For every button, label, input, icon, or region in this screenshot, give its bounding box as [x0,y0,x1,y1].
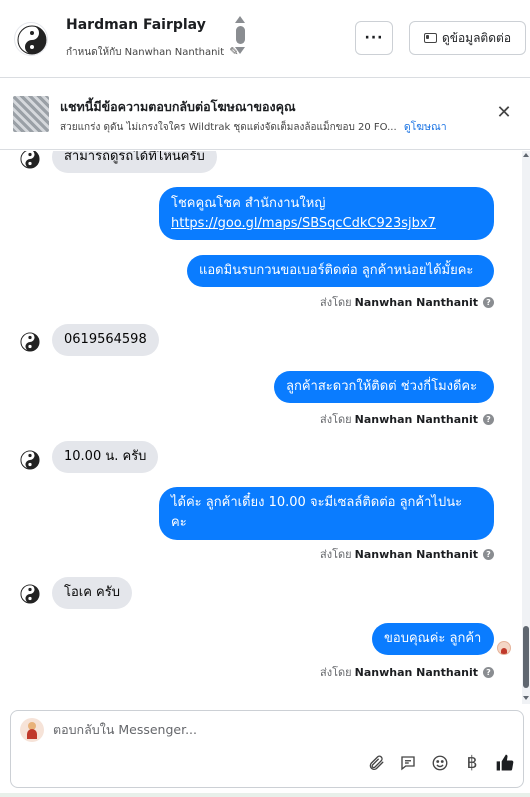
contact-name: Hardman Fairplay [66,17,206,33]
ad-description-text: สวยแกร่ง ดุดัน ไม่เกรงใจใคร Wildtrak ชุด… [60,122,397,133]
outgoing-message[interactable]: โชคคูณโชค สำนักงานใหญ่ https://goo.gl/ma… [159,187,494,240]
yin-yang-icon [20,151,40,169]
assigned-label: กำหนดให้กับ [66,47,122,58]
message-text-line-2: คะ [171,515,187,530]
incoming-message[interactable]: 10.00 น. ครับ [52,441,159,473]
outgoing-message[interactable]: ลูกค้าสะดวกให้ติดต่ ช่วงกี่โมงดีคะ [274,371,494,403]
outgoing-message[interactable]: ขอบคุณค่ะ ลูกค้า [372,623,494,655]
chat-scrollbar[interactable] [522,151,530,704]
yin-yang-icon [20,332,40,352]
view-contact-button[interactable]: ดูข้อมูลติดต่อ [409,21,526,55]
close-icon[interactable]: ✕ [494,103,514,123]
ad-description: สวยแกร่ง ดุดัน ไม่เกรงใจใคร Wildtrak ชุด… [60,118,455,135]
outgoing-message[interactable]: แอดมินรบกวนขอเบอร์ติดต่อ ลูกค้าหน่อยได้ม… [187,255,494,287]
sent-by-label: ส่งโดย Nanwhan Nanthanit ? [320,410,494,428]
sender-avatar [19,151,41,170]
yin-yang-icon [20,450,40,470]
assigned-name: Nanwhan Nanthanit [124,47,225,58]
ad-reply-banner: แชทนี้มีข้อความตอบกลับต่อโฆษณาของคุณ สวย… [0,79,530,150]
sender-avatar [19,449,41,471]
message-text: โชคคูณโชค สำนักงานใหญ่ [171,196,326,211]
sent-by-label: ส่งโดย Nanwhan Nanthanit ? [320,663,494,681]
scroll-up-arrow[interactable] [523,153,529,157]
grip-icon [235,26,245,44]
sent-by-prefix: ส่งโดย [320,296,352,309]
sent-by-prefix: ส่งโดย [320,548,352,561]
sender-avatar [19,583,41,605]
thumbs-up-icon[interactable] [493,752,517,774]
bottom-strip [0,793,530,797]
sent-by-prefix: ส่งโดย [320,666,352,679]
reply-composer: ฿ [10,710,524,788]
chevron-down-icon [235,47,245,54]
outgoing-message[interactable]: ได้ค่ะ ลูกค้าเดี๋ยง 10.00 จะมีเซลล์ติดต่… [159,487,494,540]
incoming-message[interactable]: 0619564598 [52,324,159,356]
assigned-to[interactable]: กำหนดให้กับ Nanwhan Nanthanit ✎ [66,45,239,60]
help-icon[interactable]: ? [483,296,494,308]
sent-by-label: ส่งโดย Nanwhan Nanthanit ? [320,545,494,563]
conversation-header: Hardman Fairplay กำหนดให้กับ Nanwhan Nan… [0,0,530,78]
chevron-up-icon [235,16,245,23]
ad-thumbnail[interactable] [13,96,49,132]
yin-yang-icon [20,584,40,604]
sent-by-name: Nanwhan Nanthanit [354,412,478,426]
contact-card-icon [423,33,437,43]
help-icon[interactable]: ? [483,666,494,678]
map-link[interactable]: https://goo.gl/maps/SBSqcCdkC923sjbx7 [171,216,436,231]
baht-icon[interactable]: ฿ [461,752,483,774]
agent-avatar [20,718,44,742]
sender-avatar [19,331,41,353]
saved-reply-icon[interactable] [397,752,419,774]
view-ad-link[interactable]: ดูโฆษณา [404,121,447,133]
seen-avatar [497,641,511,655]
sent-by-name: Nanwhan Nanthanit [354,295,478,309]
more-options-button[interactable]: ··· [355,21,393,55]
emoji-icon[interactable] [429,752,451,774]
sent-by-name: Nanwhan Nanthanit [354,547,478,561]
drag-handle[interactable] [234,16,246,62]
contact-avatar[interactable] [14,22,48,56]
help-icon[interactable]: ? [483,548,494,560]
scroll-thumb[interactable] [523,626,529,688]
paperclip-icon[interactable] [365,752,387,774]
reply-input[interactable] [53,722,493,737]
yin-yang-icon [17,25,47,55]
incoming-message[interactable]: สามารถดูรถได้ที่ไหนครับ [52,151,217,173]
message-thread[interactable]: สามารถดูรถได้ที่ไหนครับ โชคคูณโชค สำนักง… [0,151,522,704]
sent-by-name: Nanwhan Nanthanit [354,665,478,679]
sent-by-label: ส่งโดย Nanwhan Nanthanit ? [320,293,494,311]
incoming-message[interactable]: โอเค ครับ [52,577,132,609]
ad-banner-title: แชทนี้มีข้อความตอบกลับต่อโฆษณาของคุณ [60,99,296,114]
scroll-down-arrow[interactable] [523,696,529,700]
message-text-line-1: ได้ค่ะ ลูกค้าเดี๋ยง 10.00 จะมีเซลล์ติดต่… [171,495,463,510]
sent-by-prefix: ส่งโดย [320,413,352,426]
help-icon[interactable]: ? [483,413,494,425]
view-contact-label: ดูข้อมูลติดต่อ [441,30,512,45]
